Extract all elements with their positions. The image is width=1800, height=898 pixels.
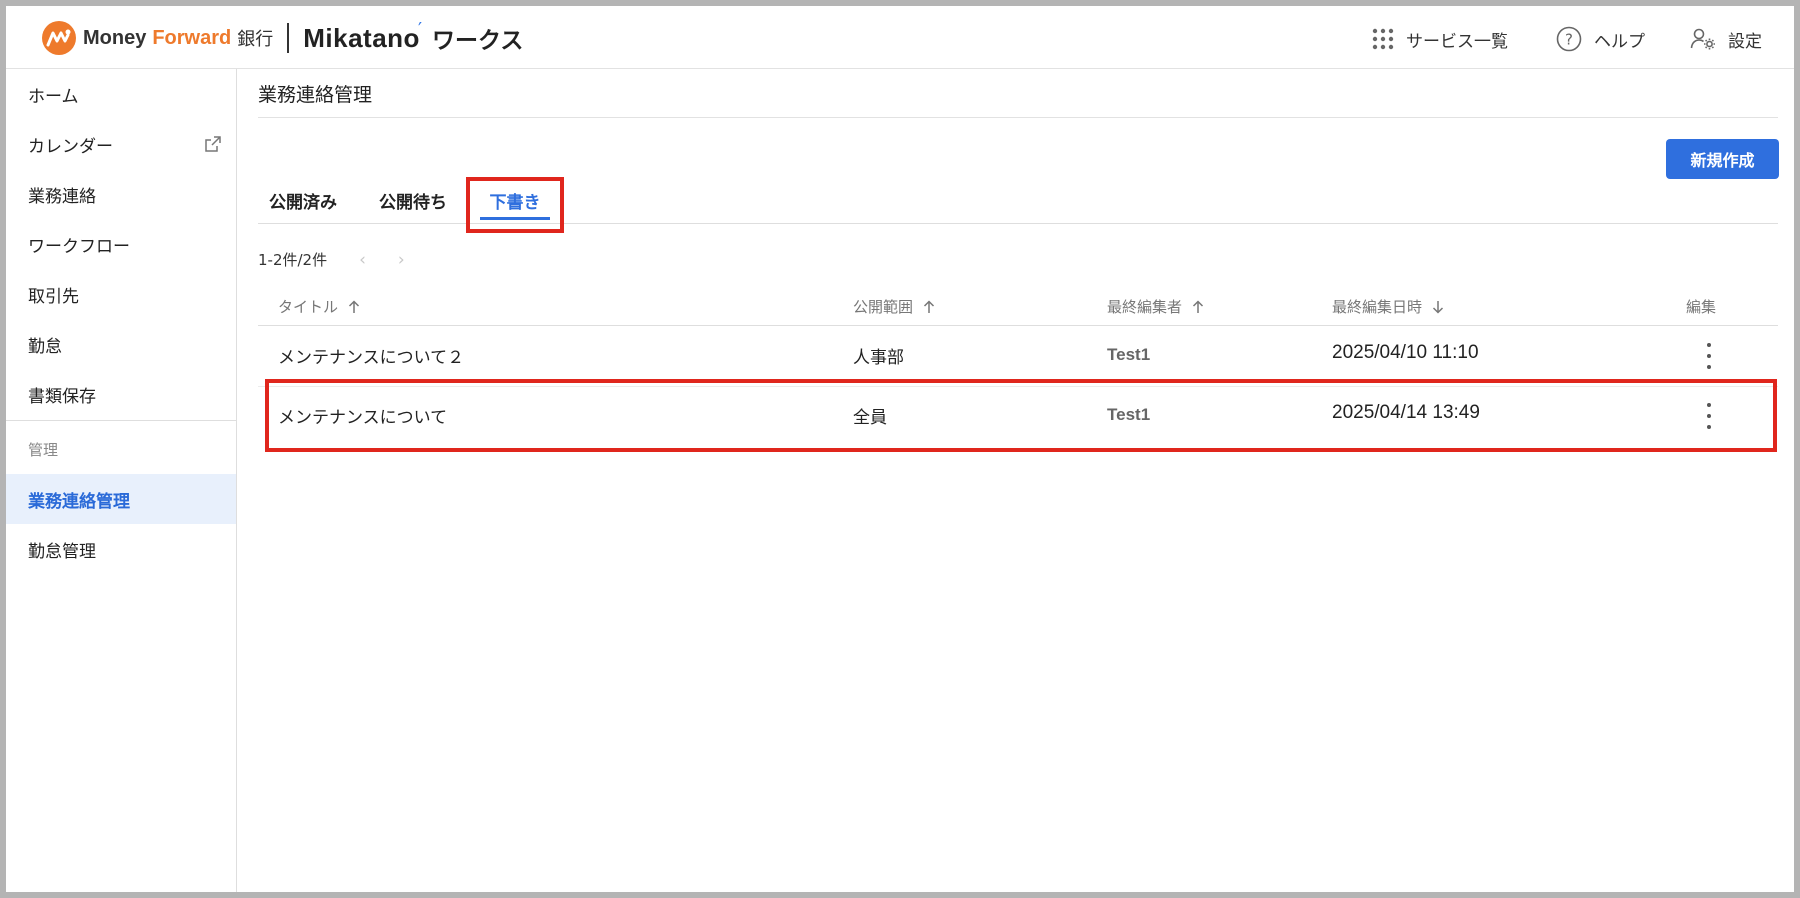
brand-forward-text: Forward (152, 26, 232, 49)
sidebar-item-label: 勤怠 (28, 336, 62, 357)
sidebar-item-label: 業務連絡管理 (28, 491, 130, 512)
column-header-label: 最終編集者 (1107, 298, 1183, 316)
table-header: タイトル 公開範囲 最終編集者 最終編集日時 編集 (258, 288, 1778, 326)
active-tab-indicator (480, 217, 550, 220)
sidebar-item-document-storage[interactable]: 書類保存 (6, 369, 236, 419)
sidebar-divider (6, 420, 236, 421)
brand-divider (287, 23, 290, 53)
sidebar-item-home[interactable]: ホーム (6, 69, 236, 119)
sidebar-item-label: ワークフロー (28, 236, 130, 257)
app-header: Money Forward 銀行 Mikatano ′ ワークス サービス一覧 … (6, 6, 1794, 69)
tab-published[interactable]: 公開済み (258, 176, 348, 224)
chevron-right-icon[interactable]: › (398, 250, 405, 270)
help-button[interactable]: ? ヘルプ (1556, 26, 1645, 52)
brand-money-text: Money (83, 26, 147, 49)
sidebar-item-business-contact-admin[interactable]: 業務連絡管理 (6, 474, 236, 524)
table-row[interactable]: メンテナンスについて２ 人事部 Test1 2025/04/10 11:10 (258, 326, 1778, 387)
sidebar-section-admin: 管理 (28, 441, 59, 459)
svg-text:?: ? (1565, 31, 1573, 49)
page-title: 業務連絡管理 (258, 84, 373, 106)
more-options-icon[interactable] (1694, 340, 1724, 372)
title-divider (258, 117, 1778, 118)
settings-label: 設定 (1728, 31, 1762, 52)
column-header-title[interactable]: タイトル (278, 296, 360, 317)
sidebar-item-calendar[interactable]: カレンダー (6, 119, 236, 169)
brand-product-text: Mikatano (303, 22, 420, 53)
more-options-icon[interactable] (1694, 400, 1724, 432)
sidebar-item-label: 業務連絡 (28, 186, 96, 207)
row-updated: 2025/04/14 13:49 (1332, 402, 1480, 423)
sidebar-item-workflow[interactable]: ワークフロー (6, 219, 236, 269)
column-header-label: 編集 (1686, 298, 1717, 316)
column-header-edit: 編集 (1686, 296, 1716, 317)
sort-up-icon (923, 299, 935, 314)
pagination-count: 1-2件/2件 (258, 251, 328, 269)
services-menu-button[interactable]: サービス一覧 (1372, 26, 1508, 52)
sidebar-item-attendance[interactable]: 勤怠 (6, 319, 236, 369)
row-editor: Test1 (1107, 345, 1151, 364)
sidebar-item-attendance-admin[interactable]: 勤怠管理 (6, 524, 236, 574)
column-header-scope[interactable]: 公開範囲 (853, 296, 935, 317)
row-editor: Test1 (1107, 405, 1151, 424)
row-scope: 全員 (853, 408, 887, 428)
tab-draft[interactable]: 下書き (478, 176, 552, 224)
column-header-label: 公開範囲 (853, 298, 914, 316)
column-header-label: 最終編集日時 (1332, 298, 1423, 316)
sidebar: ホーム カレンダー 業務連絡 ワークフロー 取引先 勤怠 書類保存 管理 業務連… (6, 69, 237, 892)
row-scope: 人事部 (853, 348, 904, 368)
row-title: メンテナンスについて２ (278, 348, 465, 368)
brand-bank-text: 銀行 (237, 29, 274, 50)
settings-button[interactable]: 設定 (1690, 26, 1762, 52)
column-header-editor[interactable]: 最終編集者 (1107, 296, 1204, 317)
user-gear-icon (1690, 27, 1716, 51)
sidebar-item-label: 書類保存 (28, 386, 96, 407)
sidebar-item-label: 勤怠管理 (28, 541, 96, 562)
help-label: ヘルプ (1594, 31, 1645, 52)
services-menu-label: サービス一覧 (1406, 31, 1508, 52)
sort-down-icon (1432, 300, 1444, 314)
sidebar-item-business-contact[interactable]: 業務連絡 (6, 169, 236, 219)
chevron-left-icon[interactable]: ‹ (359, 250, 366, 270)
brand-accent-mark: ′ (417, 18, 423, 40)
column-header-updated[interactable]: 最終編集日時 (1332, 296, 1444, 317)
sidebar-item-label: ホーム (28, 86, 79, 107)
external-link-icon (204, 135, 222, 158)
row-updated: 2025/04/10 11:10 (1332, 342, 1479, 363)
window-frame (0, 0, 1800, 898)
help-icon: ? (1556, 26, 1582, 52)
new-create-button[interactable]: 新規作成 (1666, 139, 1779, 179)
column-header-label: タイトル (278, 298, 339, 316)
sort-up-icon (348, 299, 360, 314)
brand-product-suffix: ワークス (432, 28, 524, 54)
sidebar-item-clients[interactable]: 取引先 (6, 269, 236, 319)
pagination: 1-2件/2件 ‹ › (258, 249, 405, 270)
tabs-divider (258, 223, 1778, 224)
row-title: メンテナンスについて (278, 408, 448, 428)
money-forward-logo-icon (42, 21, 76, 55)
tab-draft-label: 下書き (489, 192, 541, 213)
table-row[interactable]: メンテナンスについて 全員 Test1 2025/04/14 13:49 (258, 386, 1778, 446)
grid-icon (1372, 28, 1394, 50)
sidebar-item-label: 取引先 (28, 286, 79, 307)
sort-up-icon (1192, 299, 1204, 314)
tab-pending[interactable]: 公開待ち (368, 176, 458, 224)
sidebar-item-label: カレンダー (28, 136, 113, 157)
brand-logo[interactable]: Money Forward 銀行 Mikatano ′ ワークス (42, 18, 524, 56)
